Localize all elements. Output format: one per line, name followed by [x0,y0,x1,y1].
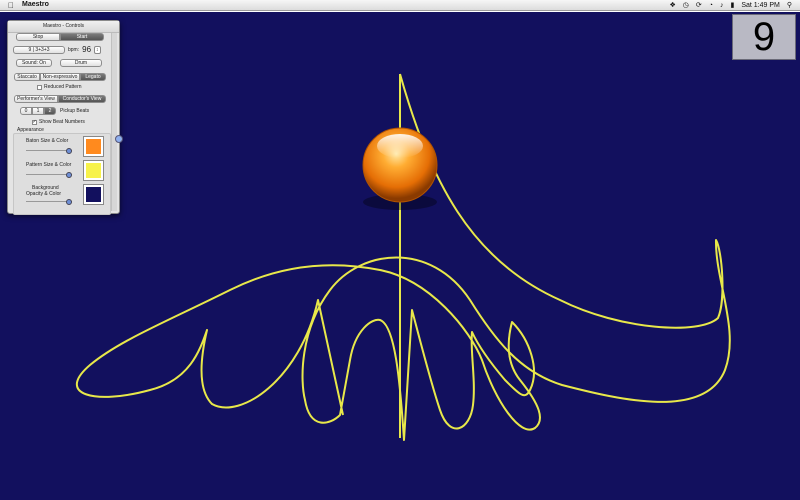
reduced-pattern-checkbox[interactable] [37,84,42,90]
apple-menu-icon[interactable]:  [8,1,14,10]
pickup-0-button[interactable]: 0 [20,107,32,115]
baton-highlight [377,134,423,158]
spotlight-icon[interactable]: ⚲ [787,1,792,9]
beat-number-display: 9 [732,14,796,60]
meter-popup[interactable]: 9 | 3+3+3 [13,45,65,54]
background-color-well[interactable] [84,185,103,204]
reduced-pattern-label: Reduced Pattern [44,84,82,90]
transport-segment: Stop Start [16,33,104,41]
bpm-value[interactable]: 96 [82,45,91,54]
baton-color-well[interactable] [84,137,103,156]
help-icon[interactable] [115,135,123,143]
show-beat-numbers-label: Show Beat Numbers [39,119,85,125]
time-machine-icon[interactable]: ◷ [683,1,689,9]
baton-ball[interactable] [362,127,438,210]
pickup-segment: 0 1 2 [20,107,56,115]
controls-panel[interactable]: Maestro - Controls Stop Start 9 | 3+3+3 … [7,20,123,215]
background-opacity-slider[interactable] [26,199,72,205]
app-menu[interactable]: Maestro [22,1,49,8]
conducting-canvas [0,12,800,500]
background-opacity-label: Opacity & Color [26,191,62,197]
wifi-icon[interactable]: ◔ [709,2,713,9]
style-segment: Staccato Non-espressivo Legato [14,73,106,81]
appearance-group: Baton Size & Color Pattern Size & Color … [13,133,111,215]
bluetooth-icon[interactable]: ❖ [669,1,675,9]
pattern-color-well[interactable] [84,161,103,180]
show-beat-numbers-row: ✓ Show Beat Numbers [32,119,85,125]
baton-size-label: Baton Size & Color [26,138,69,144]
menu-bar:  Maestro ❖ ◷ ⟳ ◔ ♪ ▮ Sat 1:49 PM ⚲ [0,0,800,11]
conductors-view-button[interactable]: Conductor's View [58,95,106,103]
staccato-button[interactable]: Staccato [14,73,40,81]
baton-size-slider[interactable] [26,148,72,154]
bpm-stepper[interactable]: ↕ [94,45,101,54]
pattern-size-slider-knob[interactable] [66,172,72,178]
panel-title: Maestro - Controls [8,21,119,33]
clock[interactable]: Sat 1:49 PM [741,2,780,9]
pickup-1-button[interactable]: 1 [32,107,44,115]
panel-scrollbar[interactable] [111,33,117,211]
performers-view-button[interactable]: Performer's View [14,95,58,103]
tempo-row: 9 | 3+3+3 bpm: 96 ↕ [13,45,101,54]
show-beat-numbers-checkbox[interactable]: ✓ [32,119,37,125]
status-area: ❖ ◷ ⟳ ◔ ♪ ▮ Sat 1:49 PM ⚲ [669,1,792,10]
beat-number: 9 [752,14,776,59]
bpm-label: bpm: [68,46,80,53]
stop-button[interactable]: Stop [16,33,60,41]
baton-size-slider-knob[interactable] [66,148,72,154]
reduced-pattern-row: Reduced Pattern [37,84,82,90]
pickup-row: 0 1 2 Pickup Beats [20,107,89,115]
sync-icon[interactable]: ⟳ [696,1,702,9]
background-opacity-slider-knob[interactable] [66,199,72,205]
pattern-size-label: Pattern Size & Color [26,162,72,168]
legato-button[interactable]: Legato [80,73,106,81]
start-button[interactable]: Start [60,33,104,41]
battery-icon[interactable]: ▮ [730,1,734,9]
non-espressivo-button[interactable]: Non-espressivo [40,73,80,81]
sound-popup[interactable]: Sound: On [16,59,52,67]
pickup-label: Pickup Beats [60,108,90,114]
pickup-2-button[interactable]: 2 [44,107,56,115]
volume-icon[interactable]: ♪ [720,2,724,9]
sound-row: Sound: On Drum [16,59,102,67]
pattern-size-slider[interactable] [26,172,72,178]
view-segment: Performer's View Conductor's View [14,95,106,103]
instrument-popup[interactable]: Drum [60,59,102,67]
